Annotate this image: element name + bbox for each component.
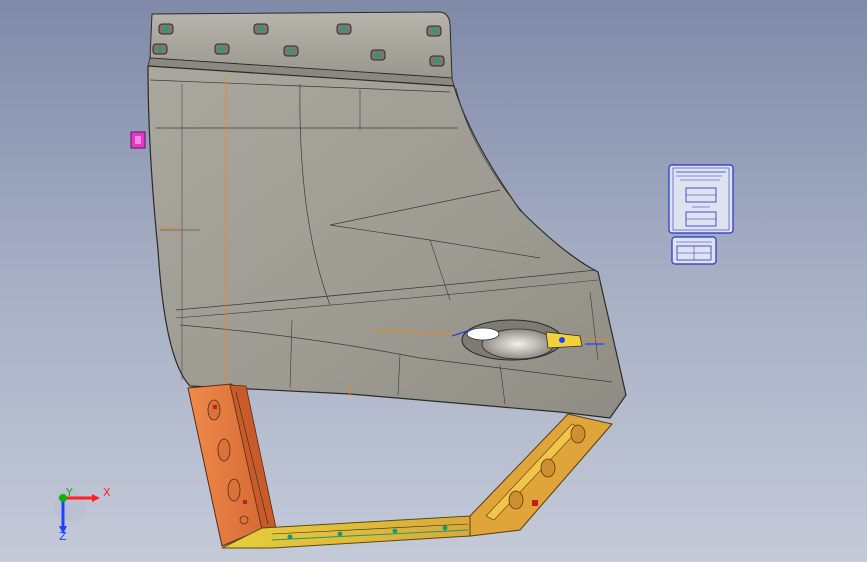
cad-viewport[interactable]: X Y Z (0, 0, 867, 562)
door-model-scene[interactable] (0, 0, 867, 562)
mounting-hole (253, 23, 269, 35)
mounting-hole (158, 23, 174, 35)
mounting-hole (429, 55, 445, 67)
mounting-hole (426, 25, 442, 37)
mounting-hole (336, 23, 352, 35)
mounting-hole (214, 43, 230, 55)
drawing-sheet-large[interactable] (668, 164, 734, 234)
lower-door-frame[interactable] (187, 383, 277, 547)
axis-z-label: Z (59, 530, 67, 543)
door-outer-panel[interactable] (147, 65, 627, 419)
axis-y-label: Y (66, 486, 73, 499)
mounting-hole (283, 45, 299, 57)
rear-door-frame[interactable] (469, 413, 613, 537)
axis-x-label: X (103, 486, 111, 499)
drawing-sheet-small[interactable] (671, 236, 717, 265)
hinge-clip[interactable] (130, 131, 146, 149)
mounting-hole (370, 49, 386, 61)
axis-triad (54, 490, 100, 534)
mounting-hole (152, 43, 168, 55)
